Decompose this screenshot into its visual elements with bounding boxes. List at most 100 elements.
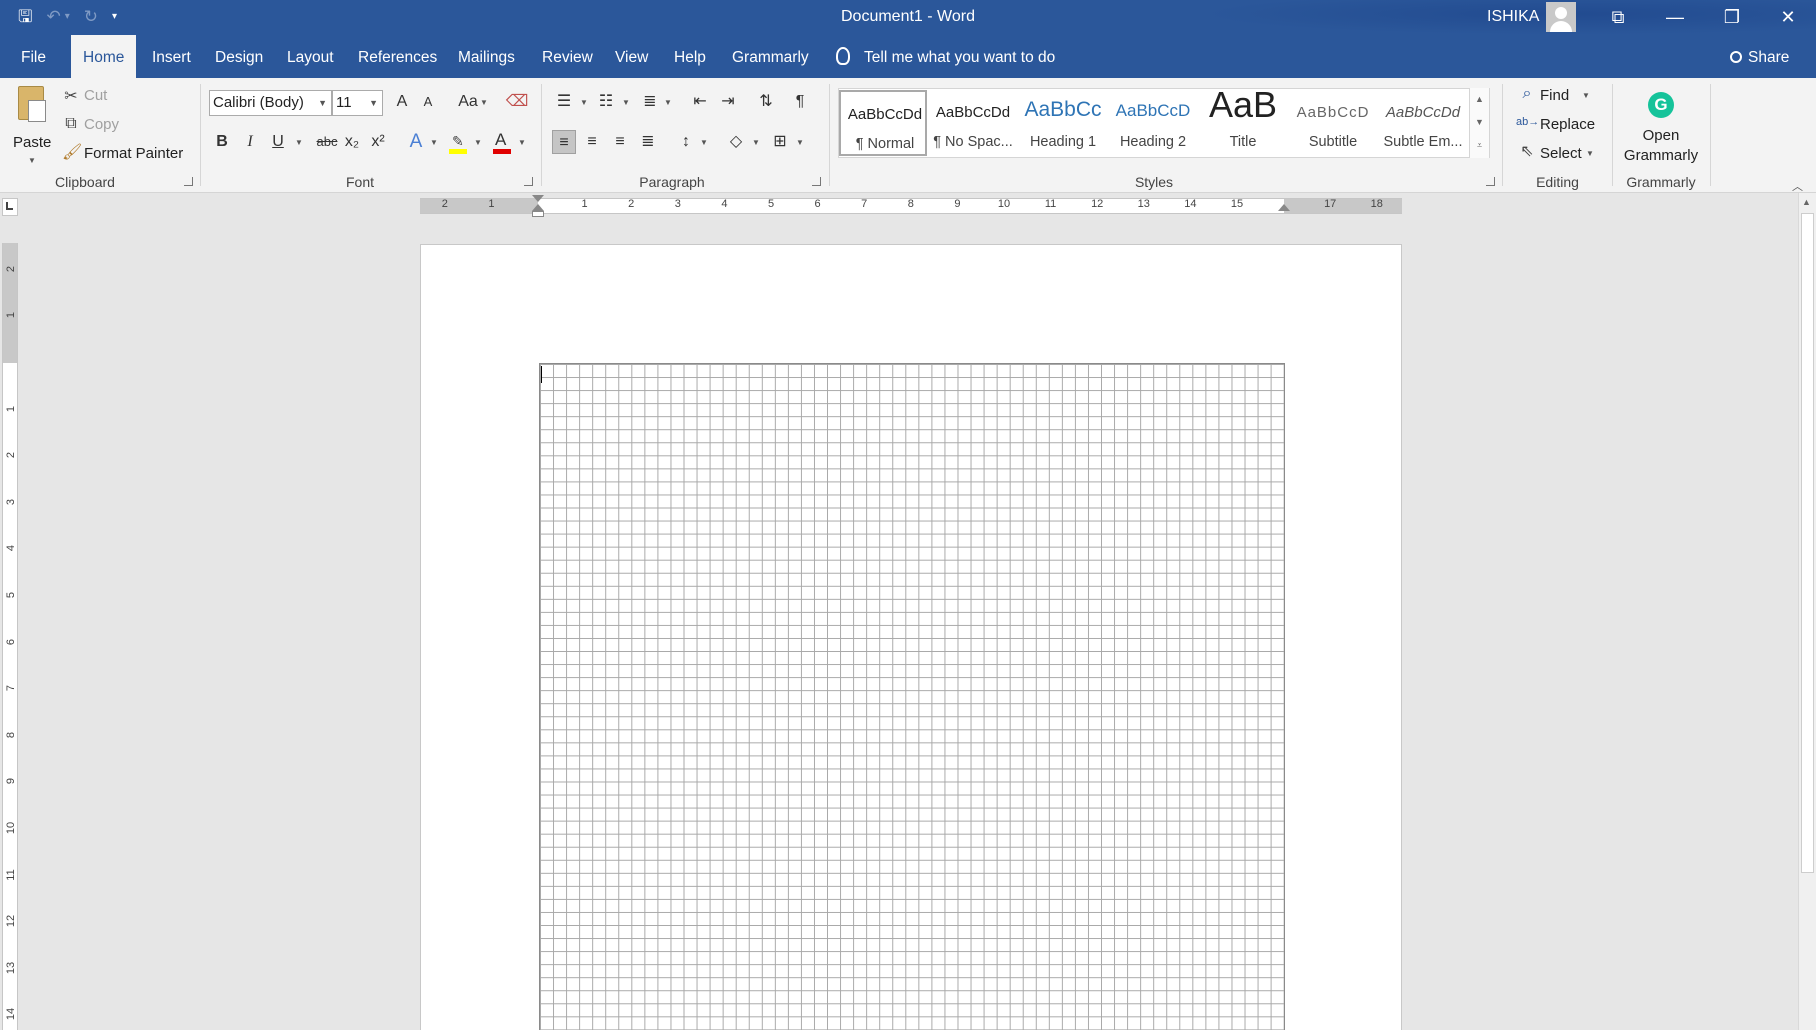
open-grammarly-button[interactable]: Open Grammarly — [1615, 126, 1707, 166]
bold-button[interactable]: B — [210, 130, 234, 154]
replace-button[interactable]: Replace — [1540, 116, 1595, 133]
style-heading-1[interactable]: AaBbCc Heading 1 — [1019, 90, 1107, 156]
ruler-number: 8 — [5, 731, 17, 738]
select-button[interactable]: Select — [1540, 145, 1582, 162]
tab-mailings[interactable]: Mailings — [456, 35, 517, 78]
align-left-icon[interactable]: ≡ — [552, 130, 576, 154]
change-case-button[interactable]: Aa — [454, 90, 482, 114]
paste-dropdown-icon[interactable]: ▼ — [28, 156, 36, 165]
style-subtitle[interactable]: AaBbCcD Subtitle — [1289, 90, 1377, 156]
ruler-number: 9 — [5, 778, 17, 785]
styles-more-icon[interactable]: ⩡ — [1469, 134, 1489, 158]
chevron-down-icon: ▼ — [318, 98, 327, 108]
italic-button[interactable]: I — [238, 130, 262, 154]
copy-button[interactable]: Copy — [84, 116, 119, 133]
highlight-color-button[interactable]: ✎ — [446, 130, 472, 156]
shrink-font-button[interactable]: A — [416, 90, 440, 114]
superscript-button[interactable]: x² — [366, 130, 390, 154]
line-spacing-icon[interactable]: ↕ — [674, 130, 698, 154]
increase-indent-icon[interactable]: ⇥ — [716, 90, 740, 114]
font-size-value: 11 — [336, 94, 352, 111]
style-name: Heading 2 — [1119, 134, 1187, 150]
tab-layout[interactable]: Layout — [285, 35, 336, 78]
ruler-number: 3 — [5, 498, 17, 505]
font-color-letter: A — [495, 130, 507, 149]
close-button[interactable]: ✕ — [1760, 0, 1816, 35]
tell-me-search[interactable]: Tell me what you want to do — [836, 35, 1055, 78]
text-effects-button[interactable]: A — [404, 130, 428, 154]
tab-view[interactable]: View — [613, 35, 650, 78]
right-indent-marker[interactable] — [1278, 204, 1290, 211]
style-title[interactable]: AaB Title — [1199, 84, 1287, 156]
borders-icon[interactable]: ⊞ — [768, 130, 792, 154]
ruler-number: 9 — [954, 198, 961, 210]
scissors-icon: ✂ — [64, 88, 78, 105]
first-line-indent-marker[interactable] — [532, 195, 544, 202]
cut-button[interactable]: Cut — [84, 87, 107, 104]
minimize-button[interactable]: — — [1647, 0, 1703, 35]
left-indent-marker[interactable] — [532, 211, 544, 217]
ruler-number: 10 — [5, 821, 17, 835]
show-formatting-marks-button[interactable]: ¶ — [788, 90, 812, 114]
clipboard-dialog-launcher[interactable] — [184, 177, 193, 186]
cursor-arrow-icon: ⇖ — [1520, 143, 1534, 160]
styles-dialog-launcher[interactable] — [1486, 177, 1495, 186]
paste-button[interactable]: Paste ▼ — [10, 84, 54, 168]
multilevel-list-icon[interactable]: ≣ — [638, 90, 662, 114]
ribbon-display-options-button[interactable]: ⧉ — [1590, 0, 1646, 35]
styles-scroll-down-icon[interactable]: ▼ — [1469, 111, 1489, 134]
style-normal[interactable]: AaBbCcDd ¶ Normal — [839, 90, 927, 156]
ruler-number: 1 — [488, 198, 495, 210]
share-button[interactable]: Share — [1730, 35, 1789, 78]
user-name[interactable]: ISHIKA — [1487, 8, 1539, 26]
scrollbar-thumb[interactable] — [1801, 213, 1814, 873]
ruler-number: 15 — [1230, 198, 1244, 210]
font-dialog-launcher[interactable] — [524, 177, 533, 186]
grow-font-button[interactable]: A — [390, 90, 414, 114]
clear-formatting-icon[interactable]: ⌫ — [505, 90, 529, 114]
bullets-icon[interactable]: ☰ — [552, 90, 576, 114]
tab-references[interactable]: References — [356, 35, 439, 78]
underline-button[interactable]: U — [266, 130, 290, 154]
tab-design[interactable]: Design — [213, 35, 265, 78]
ruler-number: 17 — [1324, 198, 1337, 210]
font-family-select[interactable]: Calibri (Body) ▼ — [209, 90, 332, 116]
subscript-button[interactable]: x₂ — [340, 130, 364, 154]
format-painter-button[interactable]: Format Painter — [84, 145, 183, 162]
shading-icon[interactable]: ◇ — [724, 130, 748, 154]
style-heading-2[interactable]: AaBbCcD Heading 2 — [1109, 90, 1197, 156]
style-no-spacing[interactable]: AaBbCcDd ¶ No Spac... — [929, 90, 1017, 156]
avatar[interactable] — [1546, 2, 1576, 32]
font-color-button[interactable]: A — [490, 130, 516, 156]
ruler-number: 14 — [1184, 198, 1197, 210]
justify-icon[interactable]: ≣ — [636, 130, 660, 154]
gridlines-area[interactable] — [539, 363, 1285, 1030]
align-right-icon[interactable]: ≡ — [608, 130, 632, 154]
font-size-select[interactable]: 11 ▼ — [332, 90, 383, 116]
restore-button[interactable]: ❐ — [1704, 0, 1760, 35]
align-center-icon[interactable]: ≡ — [580, 130, 604, 154]
decrease-indent-icon[interactable]: ⇤ — [688, 90, 712, 114]
document-page[interactable] — [420, 244, 1402, 1030]
styles-scroll-up-icon[interactable]: ▲ — [1469, 88, 1489, 111]
tab-review[interactable]: Review — [540, 35, 595, 78]
numbering-icon[interactable]: ☷ — [594, 90, 618, 114]
style-subtle-emphasis[interactable]: AaBbCcDd Subtle Em... — [1379, 90, 1467, 156]
tab-grammarly[interactable]: Grammarly — [730, 35, 811, 78]
tab-file[interactable]: File — [19, 35, 48, 78]
style-sample: AaBbCcDd — [1385, 104, 1461, 121]
vertical-scrollbar[interactable]: ▲ — [1798, 193, 1816, 1030]
vertical-ruler[interactable]: 2 1 1 2 3 4 5 6 7 8 9 10 11 12 13 14 — [2, 243, 18, 1030]
horizontal-ruler[interactable]: 2 1 1 2 3 4 5 6 7 8 9 10 11 12 13 14 15 17 18 — [420, 195, 1402, 217]
tab-insert[interactable]: Insert — [150, 35, 193, 78]
paragraph-dialog-launcher[interactable] — [812, 177, 821, 186]
find-button[interactable]: Find — [1540, 87, 1569, 104]
strikethrough-button[interactable]: abc — [312, 130, 342, 154]
tab-help[interactable]: Help — [672, 35, 708, 78]
collapse-ribbon-icon[interactable]: ︿ — [1792, 178, 1803, 194]
sort-icon[interactable]: ⇅ — [754, 90, 778, 114]
hanging-indent-marker[interactable] — [532, 204, 544, 211]
tab-stop-selector[interactable] — [2, 198, 18, 216]
scroll-up-icon[interactable]: ▲ — [1802, 197, 1811, 207]
tab-home[interactable]: Home — [71, 35, 137, 78]
